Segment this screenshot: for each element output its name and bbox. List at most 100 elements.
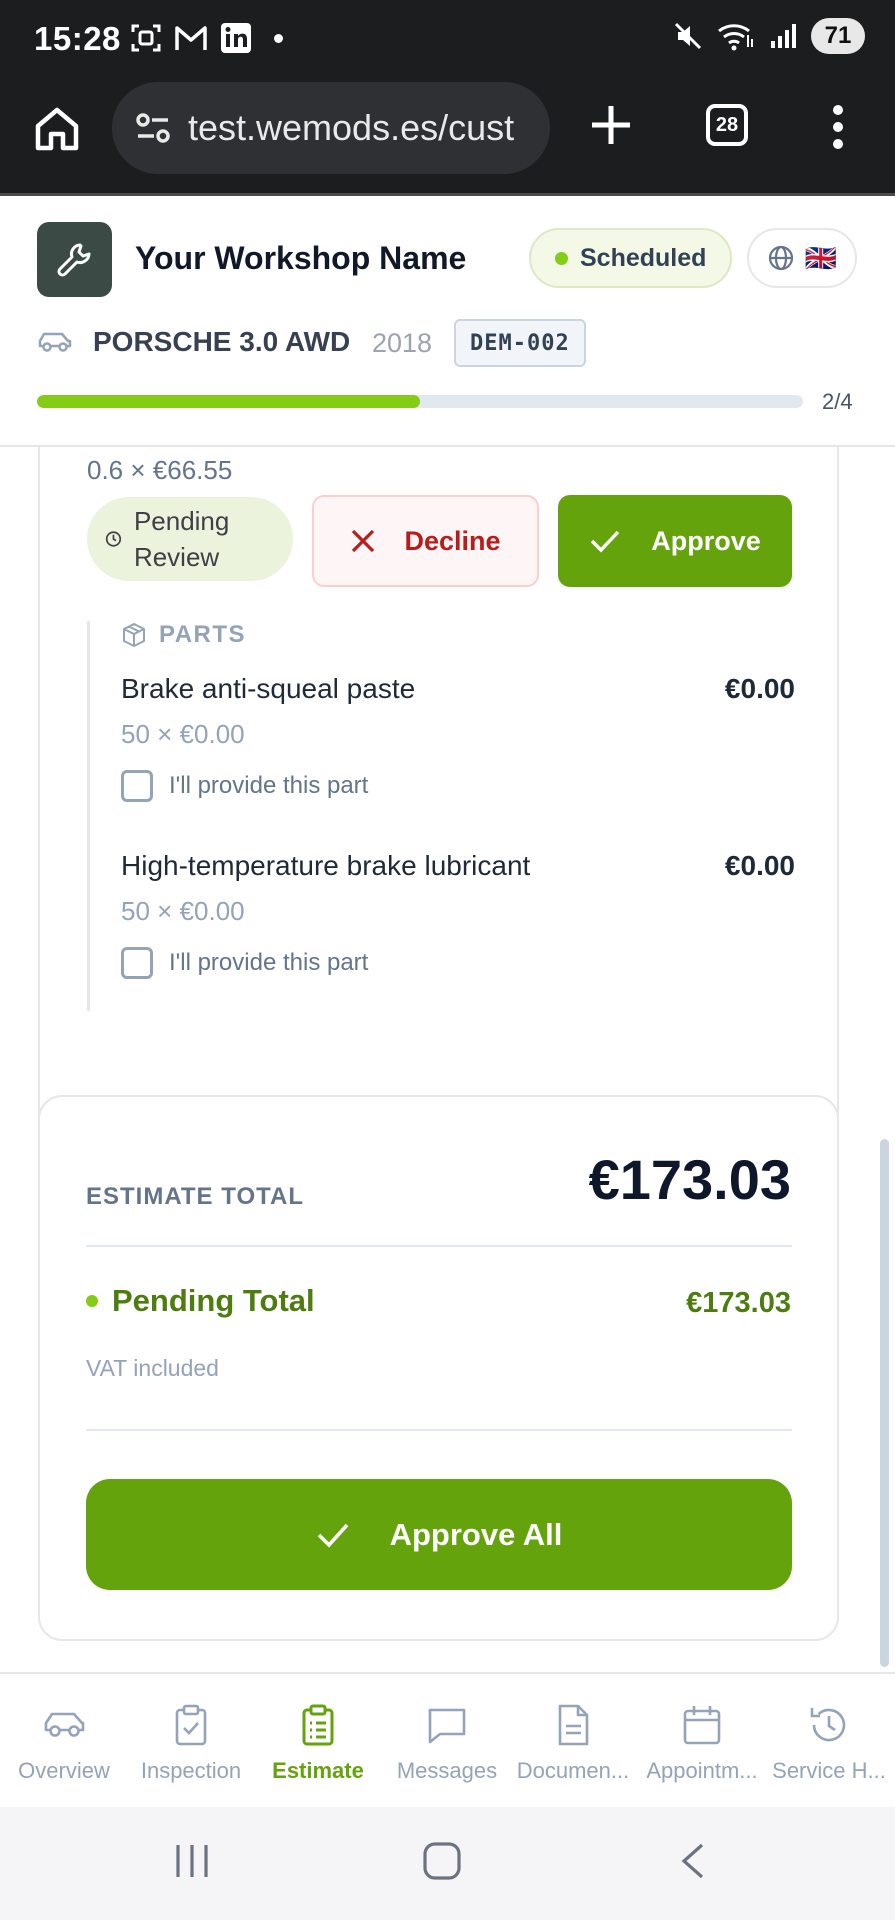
nav-estimate[interactable]: Estimate [256,1702,380,1784]
divider [86,1245,792,1247]
part-row: Brake anti-squeal paste €0.00 50 × €0.00… [121,673,795,823]
app-header: Your Workshop Name Scheduled 🇬🇧 PORSCHE … [0,196,895,447]
history-icon [810,1708,846,1742]
part-quantity: 50 × €0.00 [121,719,245,749]
provide-part-label[interactable]: I'll provide this part [169,772,368,800]
provide-part-checkbox[interactable] [121,947,153,979]
decline-button[interactable]: Decline [312,495,539,587]
divider [86,1429,792,1431]
vehicle-year: 2018 [372,328,433,358]
tab-switcher-button[interactable]: 28 [706,104,748,146]
clock: 15:28 [34,20,121,57]
battery-indicator: 71 [811,18,865,54]
check-icon [591,530,620,553]
pending-review-text: Pending Review [133,506,230,572]
nav-messages[interactable]: Messages [385,1702,509,1784]
language-selector[interactable]: 🇬🇧 [747,228,857,288]
wrench-icon [56,243,90,277]
parts-section: PARTS Brake anti-squeal paste €0.00 50 ×… [87,621,795,1011]
gmail-icon [175,26,207,50]
url-bar[interactable]: test.wemods.es/cust [112,82,550,174]
home-button-icon[interactable] [422,1841,462,1881]
part-price: €0.00 [724,850,795,881]
clipboard-check-icon [175,1704,207,1746]
nav-appointments[interactable]: Appointm... [640,1702,764,1784]
nav-label: Service H... [772,1758,886,1783]
close-icon [352,529,375,553]
home-icon[interactable] [32,104,82,154]
estimate-content[interactable]: 0.6 × €66.55 Pending Review Decline Appr… [0,447,895,1672]
provide-part-option[interactable]: I'll provide this part [121,947,368,979]
approve-all-button[interactable]: Approve All [86,1479,792,1590]
provide-part-option[interactable]: I'll provide this part [121,770,368,802]
estimate-total-card: ESTIMATE TOTAL €173.03 Pending Total €17… [38,1095,839,1641]
nav-label: Estimate [272,1758,364,1783]
bottom-navigation: Overview Inspection Estimate Messages Do… [0,1672,895,1807]
status-bar: 15:28 71 [0,0,895,78]
nav-label: Overview [18,1758,110,1783]
approve-button[interactable]: Approve [558,495,792,587]
language-flag: 🇬🇧 [804,242,838,273]
pending-review-badge: Pending Review [87,497,293,581]
pending-total-row: Pending Total [86,1283,315,1319]
pending-dot [86,1295,98,1307]
nav-documents[interactable]: Documen... [511,1702,635,1784]
notification-icons [130,22,283,54]
site-settings-icon[interactable] [132,107,174,149]
status-dot [555,251,568,265]
estimate-total-value: €173.03 [588,1148,791,1211]
part-quantity: 50 × €0.00 [121,896,245,926]
back-icon[interactable] [678,1841,708,1881]
provide-part-checkbox[interactable] [121,770,153,802]
pending-total-value: €173.03 [686,1287,791,1319]
progress-label: 2/4 [822,389,853,414]
nav-label: Appointm... [646,1758,758,1783]
more-notifications-dot [274,33,283,43]
parts-heading: PARTS [121,621,246,649]
wifi-icon [718,24,753,51]
status-text: Scheduled [580,243,707,272]
nav-service-history[interactable]: Service H... [767,1702,891,1784]
job-status-badge: Scheduled [529,228,733,288]
clock-icon [105,531,122,547]
scrollbar[interactable] [880,1139,889,1667]
parts-heading-text: PARTS [159,621,247,648]
approve-all-label: Approve All [389,1516,563,1552]
estimate-total-label: ESTIMATE TOTAL [86,1183,304,1210]
progress-fill [37,395,420,408]
screenshot-icon [131,24,161,52]
progress-bar [37,395,803,408]
signal-icon [771,24,796,48]
clipboard-list-icon [302,1704,334,1746]
vehicle-model: PORSCHE 3.0 AWD [93,326,351,357]
nav-overview[interactable]: Overview [2,1702,126,1784]
nav-label: Inspection [140,1758,242,1783]
document-icon [558,1704,589,1746]
nav-label: Documen... [516,1758,630,1783]
nav-label: Messages [396,1758,498,1783]
provide-part-label[interactable]: I'll provide this part [169,949,368,977]
check-icon [317,1523,348,1548]
linkedin-icon [221,23,251,53]
decline-label: Decline [404,525,501,556]
part-row: High-temperature brake lubricant €0.00 5… [121,850,795,1000]
new-tab-icon[interactable] [588,102,634,148]
car-icon [44,1712,85,1737]
url-text: test.wemods.es/cust [188,107,515,148]
system-navigation-bar [0,1807,895,1920]
labor-line-partial: 0.6 × €66.55 [87,455,233,485]
recents-icon[interactable] [172,1841,212,1881]
nav-inspection[interactable]: Inspection [129,1702,253,1784]
part-name: Brake anti-squeal paste [121,673,416,704]
browser-toolbar: test.wemods.es/cust 28 [0,78,895,194]
part-price: €0.00 [724,673,795,704]
calendar-icon [683,1706,721,1745]
system-icons: 71 [673,18,865,54]
workshop-name: Your Workshop Name [135,240,467,276]
approve-label: Approve [651,525,761,556]
license-plate: DEM-002 [454,319,586,367]
overflow-menu-icon[interactable] [830,104,846,150]
workshop-logo [37,222,112,297]
globe-icon [768,245,793,271]
vat-note: VAT included [86,1355,219,1381]
